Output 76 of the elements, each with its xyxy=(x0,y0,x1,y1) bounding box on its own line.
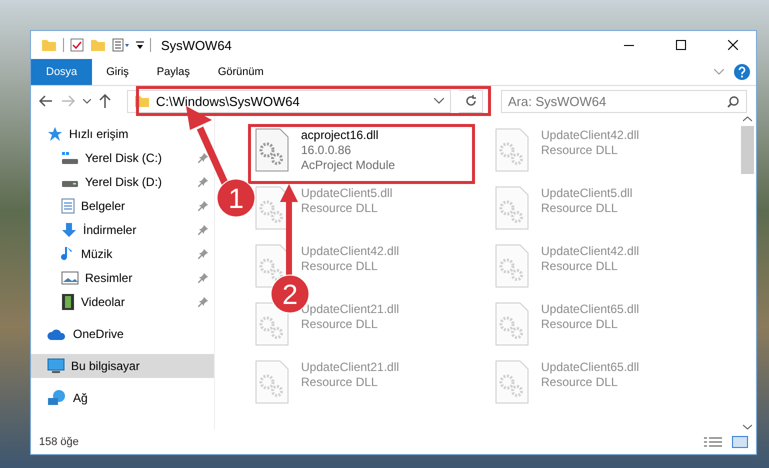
file-detail: Resource DLL xyxy=(541,259,619,274)
file-name: UpdateClient42.dll xyxy=(541,244,640,259)
address-path: C:\Windows\SysWOW64 xyxy=(156,94,301,108)
details-view-icon[interactable] xyxy=(704,436,722,448)
ribbon-tab[interactable]: Dosya xyxy=(31,59,92,85)
file-detail: Resource DLL xyxy=(541,143,619,158)
file-detail: Resource DLL xyxy=(301,375,379,390)
dropdown-icon[interactable] xyxy=(136,40,144,50)
down-arrow-icon xyxy=(61,222,77,238)
chevron-down-icon[interactable] xyxy=(83,98,91,104)
sidebar-item[interactable]: OneDrive xyxy=(31,322,214,346)
back-arrow-icon[interactable] xyxy=(39,95,53,107)
file-name: UpdateClient42.dll xyxy=(301,244,400,259)
file-name: UpdateClient5.dll xyxy=(541,186,632,201)
scroll-thumb[interactable] xyxy=(741,126,754,174)
file-detail: Resource DLL xyxy=(301,201,379,216)
file-detail: 16.0.0.86 xyxy=(301,143,352,158)
window-title: SysWOW64 xyxy=(160,38,233,52)
maximize-icon xyxy=(676,40,686,50)
cloud-icon xyxy=(47,327,67,341)
minimize-icon xyxy=(624,44,634,46)
file-name: UpdateClient21.dll xyxy=(301,360,400,375)
file-detail: Resource DLL xyxy=(541,375,619,390)
ribbon-tab[interactable]: Giriş xyxy=(92,59,143,85)
sidebar-item[interactable]: Ağ xyxy=(31,386,214,410)
sidebar-item[interactable]: Belgeler xyxy=(31,194,214,218)
file-name: UpdateClient65.dll xyxy=(541,302,640,317)
sidebar-item[interactable]: Videolar xyxy=(31,290,214,314)
file-name: acproject16.dll xyxy=(301,128,380,143)
search-icon xyxy=(727,96,739,108)
network-icon xyxy=(47,389,67,407)
ribbon-tab[interactable]: Paylaş xyxy=(142,59,204,85)
monitor-icon xyxy=(47,358,65,374)
sidebar-item[interactable]: Hızlı erişim xyxy=(31,122,214,146)
file-detail: Resource DLL xyxy=(541,317,619,332)
film-icon xyxy=(61,293,75,311)
properties-icon[interactable] xyxy=(112,38,130,52)
address-bar[interactable]: C:\Windows\SysWOW64 xyxy=(127,90,451,112)
up-arrow-icon[interactable] xyxy=(99,94,111,108)
file-name: UpdateClient42.dll xyxy=(541,128,640,143)
document-icon xyxy=(61,198,75,214)
ribbon-tab[interactable]: Görünüm xyxy=(204,59,278,85)
help-icon[interactable] xyxy=(734,64,750,80)
sidebar-item[interactable]: Bu bilgisayar xyxy=(31,354,214,378)
chevron-down-icon[interactable] xyxy=(434,98,444,104)
sidebar-item[interactable]: Yerel Disk (D:) xyxy=(31,170,214,194)
folder-icon xyxy=(41,38,57,52)
file-detail: Resource DLL xyxy=(301,317,379,332)
file-gear-icon[interactable] xyxy=(255,128,289,172)
step-badge: 1 xyxy=(216,178,256,218)
checklist-icon[interactable] xyxy=(70,38,84,52)
folder-icon xyxy=(134,94,150,108)
file-name: UpdateClient21.dll xyxy=(301,302,400,317)
drive-icon xyxy=(62,181,78,187)
refresh-button[interactable] xyxy=(459,90,483,112)
music-note-icon xyxy=(61,246,75,262)
search-field[interactable]: Ara: SysWOW64 xyxy=(501,90,747,112)
sidebar-item[interactable]: Yerel Disk (C:) xyxy=(31,146,214,170)
large-icons-view-icon[interactable] xyxy=(732,436,748,448)
picture-icon xyxy=(61,271,79,285)
file-name: UpdateClient65.dll xyxy=(541,360,640,375)
star-icon xyxy=(47,126,63,142)
item-count: 158 öğe xyxy=(39,436,80,448)
folder-icon xyxy=(90,38,106,52)
chevron-up-icon[interactable] xyxy=(743,116,752,122)
sidebar-item[interactable]: İndirmeler xyxy=(31,218,214,242)
file-detail: Resource DLL xyxy=(541,201,619,216)
chevron-down-icon[interactable] xyxy=(743,424,752,430)
sidebar-item[interactable]: Resimler xyxy=(31,266,214,290)
file-name: UpdateClient5.dll xyxy=(301,186,392,201)
drive-icon xyxy=(61,151,79,165)
file-detail: Resource DLL xyxy=(301,259,379,274)
sidebar-item[interactable]: Müzik xyxy=(31,242,214,266)
close-icon xyxy=(728,40,738,50)
refresh-icon xyxy=(464,95,476,107)
file-detail: AcProject Module xyxy=(301,158,396,173)
